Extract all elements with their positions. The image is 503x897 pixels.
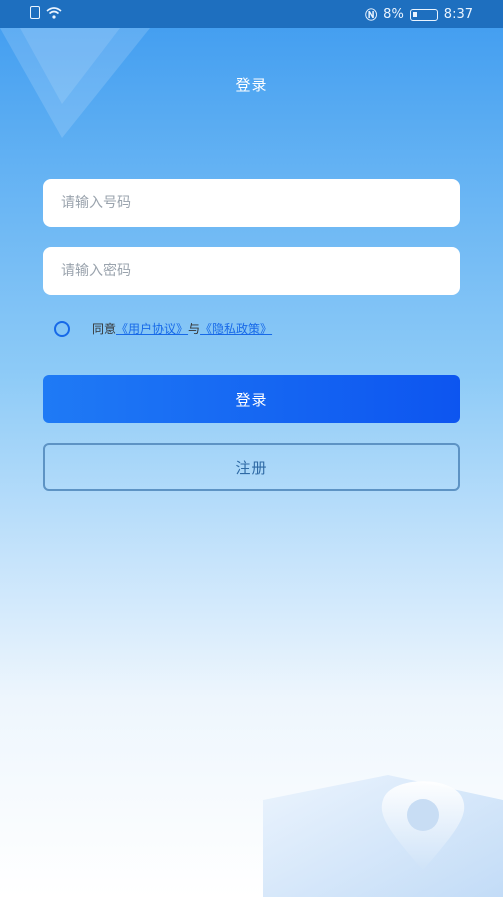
password-input[interactable]: [59, 262, 444, 280]
decorative-location-icon: [263, 775, 503, 897]
wifi-icon: [46, 6, 62, 19]
sim-card-icon: [30, 6, 40, 19]
register-button[interactable]: 注册: [43, 443, 460, 491]
agree-prefix: 同意: [92, 322, 117, 336]
clock: 8:37: [443, 7, 473, 22]
privacy-policy-link[interactable]: 《隐私政策》: [200, 320, 272, 337]
battery-percent: 8%: [383, 7, 404, 22]
phone-field-container: [43, 179, 460, 227]
password-field-container: [43, 247, 460, 295]
nfc-icon: Ⓝ: [365, 8, 378, 22]
login-button[interactable]: 登录: [43, 375, 460, 423]
phone-input[interactable]: [59, 194, 444, 212]
battery-icon: [409, 8, 438, 21]
status-bar: Ⓝ 8% 8:37: [0, 0, 503, 28]
agreement-row: 同意 《用户协议》 与 《隐私政策》: [54, 320, 272, 337]
user-agreement-link[interactable]: 《用户协议》: [116, 320, 188, 337]
agree-and: 与: [188, 322, 201, 336]
page-title: 登录: [235, 76, 268, 94]
agree-radio[interactable]: [54, 320, 70, 337]
